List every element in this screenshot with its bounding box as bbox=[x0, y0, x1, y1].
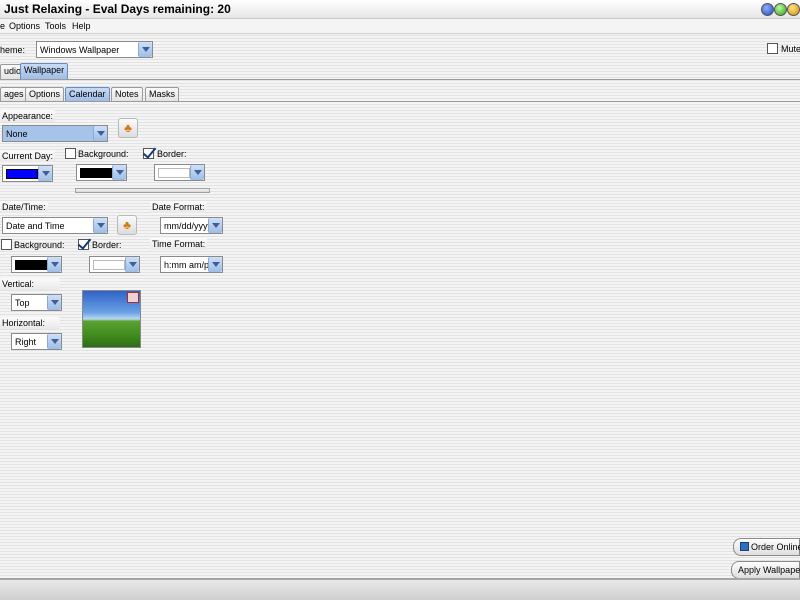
title-bar: Just Relaxing - Eval Days remaining: 20 bbox=[0, 0, 800, 19]
wallpaper-preview bbox=[82, 290, 141, 348]
datetime-border-checkbox[interactable] bbox=[78, 239, 89, 250]
calendar-background-checkbox[interactable] bbox=[65, 148, 76, 159]
tab-images[interactable]: ages bbox=[0, 87, 28, 101]
chevron-down-icon bbox=[112, 165, 126, 180]
time-format-value: h:mm am/pm bbox=[164, 260, 208, 270]
date-format-label: Date Format: bbox=[150, 201, 207, 213]
datetime-background-checkbox[interactable] bbox=[1, 239, 12, 250]
sub-tab-divider bbox=[0, 101, 800, 102]
menu-bar: e Options Tools Help bbox=[0, 19, 800, 34]
datetime-background-color-swatch bbox=[15, 260, 47, 270]
current-day-label: Current Day: bbox=[0, 150, 56, 162]
tab-wallpaper[interactable]: Wallpaper bbox=[20, 63, 69, 79]
tab-masks[interactable]: Masks bbox=[145, 87, 180, 101]
chevron-down-icon bbox=[47, 295, 61, 310]
mute-checkbox[interactable] bbox=[767, 43, 778, 54]
window-title: Just Relaxing - Eval Days remaining: 20 bbox=[4, 2, 231, 16]
theme-value: Windows Wallpaper bbox=[40, 45, 120, 55]
tab-options[interactable]: Options bbox=[25, 87, 65, 101]
minimize-button[interactable] bbox=[761, 3, 774, 16]
chevron-down-icon bbox=[190, 165, 204, 180]
vertical-select[interactable]: Top bbox=[11, 294, 62, 311]
chevron-down-icon bbox=[47, 334, 61, 349]
close-button[interactable] bbox=[787, 3, 800, 16]
menu-help[interactable]: Help bbox=[72, 21, 91, 31]
datetime-settings-icon[interactable]: ♣ bbox=[117, 215, 137, 235]
chevron-down-icon bbox=[93, 126, 107, 141]
vertical-value: Top bbox=[15, 298, 30, 308]
datetime-background-label: Background: bbox=[14, 240, 65, 250]
current-day-color-select[interactable] bbox=[2, 165, 53, 182]
calendar-border-checkbox[interactable] bbox=[143, 148, 154, 159]
apply-wallpaper-button[interactable]: Apply Wallpaper bbox=[731, 561, 800, 579]
status-bar bbox=[0, 578, 800, 600]
theme-select[interactable]: Windows Wallpaper bbox=[36, 41, 153, 58]
horizontal-select[interactable]: Right bbox=[11, 333, 62, 350]
vertical-label: Vertical: bbox=[0, 278, 60, 290]
calendar-border-label: Border: bbox=[157, 149, 187, 159]
calendar-background-color-select[interactable] bbox=[76, 164, 127, 181]
calendar-border-color-select[interactable] bbox=[154, 164, 205, 181]
horizontal-label: Horizontal: bbox=[0, 317, 60, 329]
globe-icon bbox=[740, 542, 749, 551]
chevron-down-icon bbox=[47, 257, 61, 272]
chevron-down-icon bbox=[38, 166, 52, 181]
order-online-button[interactable]: Order Online bbox=[733, 538, 800, 556]
date-format-value: mm/dd/yyyy bbox=[164, 221, 208, 231]
date-format-select[interactable]: mm/dd/yyyy bbox=[160, 217, 223, 234]
main-tab-divider bbox=[0, 79, 800, 80]
datetime-border-color-swatch bbox=[93, 260, 125, 270]
appearance-select[interactable]: None bbox=[2, 125, 108, 142]
menu-file[interactable]: e bbox=[0, 21, 5, 31]
appearance-label: Appearance: bbox=[0, 110, 56, 122]
calendar-border-color-swatch bbox=[158, 168, 190, 178]
time-format-select[interactable]: h:mm am/pm bbox=[160, 256, 223, 273]
order-online-label: Order Online bbox=[751, 542, 800, 552]
separator bbox=[75, 188, 210, 193]
chevron-down-icon bbox=[208, 218, 222, 233]
datetime-background-color-select[interactable] bbox=[11, 256, 62, 273]
apply-wallpaper-label: Apply Wallpaper bbox=[738, 565, 800, 575]
chevron-down-icon bbox=[138, 42, 152, 57]
chevron-down-icon bbox=[93, 218, 107, 233]
appearance-settings-icon[interactable]: ♣ bbox=[118, 118, 138, 138]
time-format-label: Time Format: bbox=[150, 238, 208, 250]
preview-calendar-overlay bbox=[127, 292, 139, 303]
theme-label: heme: bbox=[0, 45, 26, 55]
mute-label: Mute bbox=[781, 44, 800, 54]
chevron-down-icon bbox=[125, 257, 139, 272]
calendar-background-label: Background: bbox=[78, 149, 129, 159]
datetime-border-color-select[interactable] bbox=[89, 256, 140, 273]
menu-options[interactable]: Options bbox=[9, 21, 40, 31]
menu-tools[interactable]: Tools bbox=[45, 21, 66, 31]
tab-calendar[interactable]: Calendar bbox=[65, 87, 110, 101]
datetime-value: Date and Time bbox=[6, 221, 65, 231]
horizontal-value: Right bbox=[15, 337, 37, 347]
tab-notes[interactable]: Notes bbox=[111, 87, 143, 101]
calendar-background-color-swatch bbox=[80, 168, 112, 178]
maximize-button[interactable] bbox=[774, 3, 787, 16]
chevron-down-icon bbox=[208, 257, 222, 272]
datetime-border-label: Border: bbox=[92, 240, 122, 250]
datetime-label: Date/Time: bbox=[0, 201, 48, 213]
appearance-value: None bbox=[6, 129, 28, 139]
datetime-select[interactable]: Date and Time bbox=[2, 217, 108, 234]
current-day-color-swatch bbox=[6, 169, 38, 179]
